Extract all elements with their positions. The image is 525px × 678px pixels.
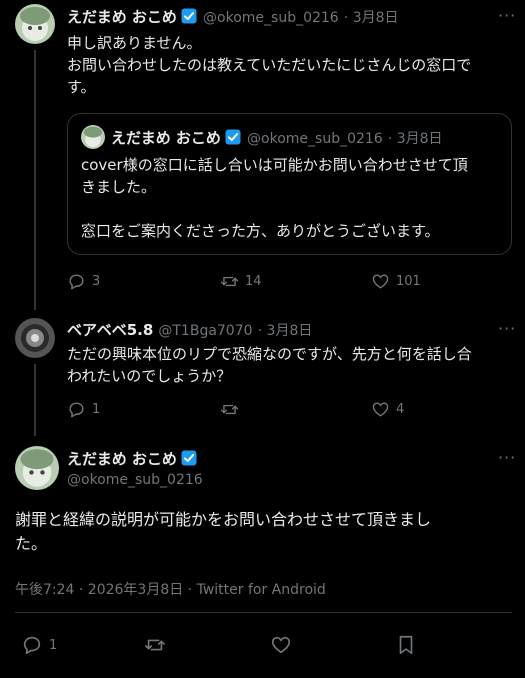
tweet-text-line: 謝罪と経緯の説明が可能かをお問い合わせさせて頂きまし: [15, 510, 432, 529]
retweet-button[interactable]: 14: [220, 272, 262, 291]
thread-line: [34, 50, 36, 310]
divider: [15, 612, 512, 613]
tweet-text-line: た。: [15, 534, 48, 553]
verified-badge-icon: [180, 449, 198, 467]
reply-button[interactable]: 3: [67, 272, 100, 291]
avatar-image: [15, 4, 55, 44]
handle[interactable]: @okome_sub_0216: [67, 472, 203, 488]
verified-badge-icon: [224, 128, 242, 146]
handle[interactable]: @T1Bga7070: [158, 323, 252, 339]
quote-date: · 3月8日: [387, 131, 443, 147]
quote-text-line: cover様の窓口に話し合いは可能かお問い合わせさせて頂: [81, 156, 468, 174]
display-name[interactable]: えだまめ おこめ: [67, 8, 177, 26]
like-button[interactable]: 101: [371, 272, 421, 291]
tweet-text-line: われたいのでしょうか？: [67, 367, 232, 385]
avatar[interactable]: [15, 4, 55, 44]
display-name[interactable]: ベアベベ5.8: [67, 321, 153, 339]
date[interactable]: · 3月8日: [258, 323, 313, 339]
like-button[interactable]: 4: [371, 400, 404, 419]
tweet-header: えだまめ おこめ @okome_sub_0216 · 3月8日: [67, 6, 399, 27]
handle[interactable]: @okome_sub_0216: [203, 10, 339, 26]
retweet-button[interactable]: [144, 634, 172, 656]
reply-icon: [21, 634, 43, 656]
quote-display-name: えだまめ おこめ: [111, 129, 221, 147]
bookmark-button[interactable]: [395, 634, 423, 656]
retweet-count: 14: [245, 274, 262, 289]
avatar[interactable]: [15, 318, 55, 358]
display-name[interactable]: えだまめ おこめ: [67, 450, 177, 468]
quote-handle: @okome_sub_0216: [247, 131, 383, 147]
tweet-header: ベアベベ5.8 @T1Bga7070 · 3月8日: [67, 319, 312, 340]
quote-text-line: きました。: [81, 178, 157, 196]
reply-button[interactable]: 1: [67, 400, 100, 419]
reply-count: 3: [92, 274, 101, 289]
retweet-icon: [220, 272, 239, 291]
retweet-icon: [220, 400, 239, 419]
avatar-image: [15, 446, 59, 490]
tweet-text-line: お問い合わせしたのは教えていただいたにじさんじの窓口で: [67, 56, 472, 74]
date[interactable]: · 3月8日: [344, 10, 399, 26]
quote-text-line: 窓口をご案内くださった方、ありがとうございます。: [81, 222, 440, 240]
tweet-header: えだまめ おこめ: [67, 448, 198, 469]
tweet-text-line: 申し訳ありません。: [67, 34, 202, 52]
tweet-meta[interactable]: 午後7:24 · 2026年3月8日 · Twitter for Android: [15, 579, 326, 599]
quote-text: cover様の窓口に話し合いは可能かお問い合わせさせて頂 きました。 窓口をご案…: [81, 154, 501, 242]
verified-badge-icon: [180, 7, 198, 25]
quote-avatar-image: [81, 125, 105, 149]
like-button[interactable]: [270, 634, 298, 656]
quote-tweet[interactable]: えだまめ おこめ @okome_sub_0216 · 3月8日 cover様の窓…: [67, 113, 512, 255]
like-count: 101: [396, 274, 421, 289]
more-icon[interactable]: ···: [498, 319, 516, 338]
tweet-text-line: す。: [67, 78, 96, 96]
reply-icon: [67, 272, 86, 291]
heart-icon: [371, 400, 390, 419]
reply-button[interactable]: 1: [21, 634, 57, 656]
heart-icon: [270, 634, 292, 656]
reply-count: 1: [49, 637, 58, 653]
bookmark-icon: [395, 634, 417, 656]
like-count: 4: [396, 402, 405, 417]
more-icon[interactable]: ···: [498, 448, 516, 467]
retweet-button[interactable]: [220, 400, 245, 419]
quote-header: えだまめ おこめ @okome_sub_0216 · 3月8日: [111, 127, 443, 148]
avatar[interactable]: [15, 446, 59, 490]
tweet-text-line: ただの興味本位のリプで恐縮なのですが、先方と何を話し合: [67, 345, 472, 363]
quote-avatar: [81, 125, 105, 149]
heart-icon: [371, 272, 390, 291]
avatar-image: [15, 318, 55, 358]
more-icon[interactable]: ···: [498, 6, 516, 25]
tweet-text: 申し訳ありません。 お問い合わせしたのは教えていただいたにじさんじの窓口で す。: [67, 32, 512, 98]
tweet-text: 謝罪と経緯の説明が可能かをお問い合わせさせて頂きまし た。: [15, 508, 515, 556]
tweet-text: ただの興味本位のリプで恐縮なのですが、先方と何を話し合 われたいのでしょうか？: [67, 343, 512, 387]
reply-icon: [67, 400, 86, 419]
reply-count: 1: [92, 402, 101, 417]
retweet-icon: [144, 634, 166, 656]
thread-line: [34, 364, 36, 436]
